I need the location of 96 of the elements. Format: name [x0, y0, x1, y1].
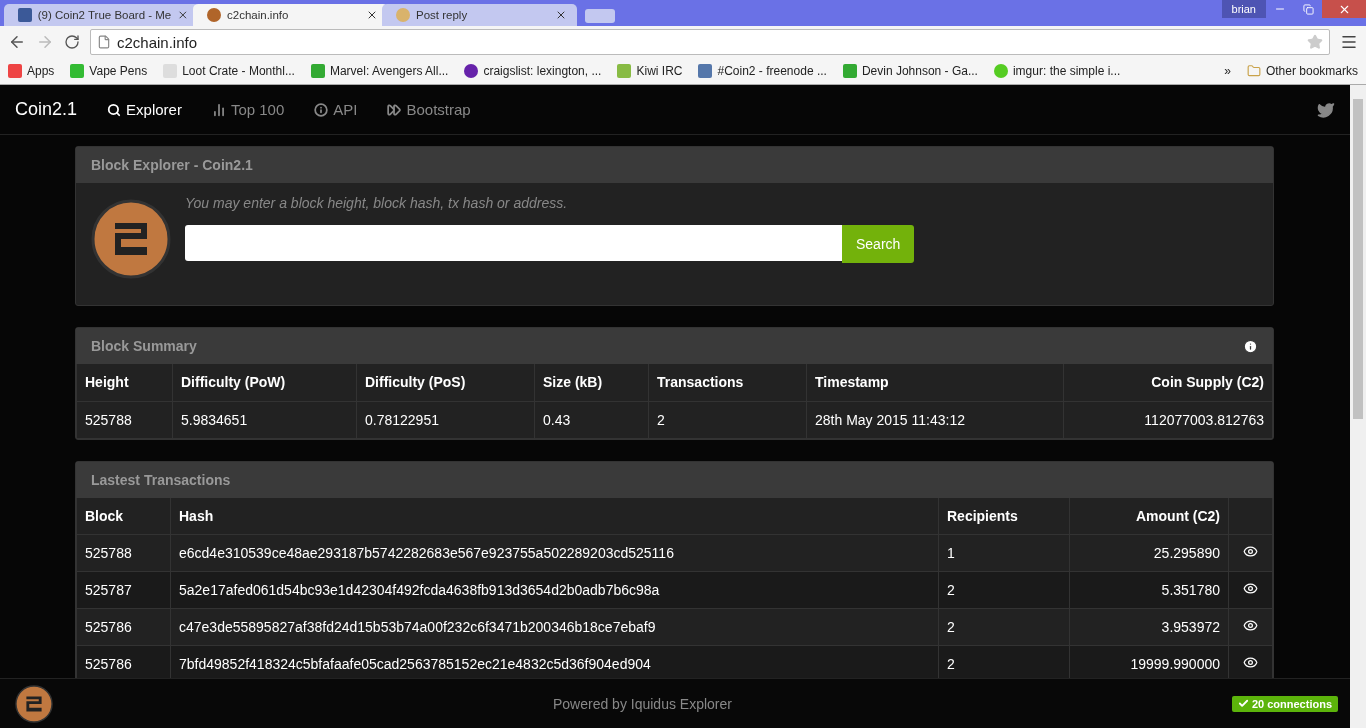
- panel-title: Lastest Transactions: [91, 471, 231, 488]
- column-header: Block: [76, 497, 171, 535]
- table-cell: 28th May 2015 11:43:12: [806, 401, 1064, 438]
- column-header: Amount (C2): [1069, 497, 1229, 535]
- connections-badge: 20 connections: [1231, 695, 1338, 712]
- close-icon[interactable]: [555, 9, 567, 21]
- table-cell: 525786: [76, 645, 171, 678]
- bar-chart-icon: [211, 102, 226, 117]
- bookmark-item[interactable]: #Coin2 - freenode ...: [698, 64, 827, 78]
- eye-icon[interactable]: [1243, 618, 1258, 633]
- search-icon: [107, 102, 122, 117]
- check-icon: [1237, 698, 1249, 709]
- square-icon: [18, 8, 32, 22]
- bookmark-icon: [617, 64, 632, 78]
- close-icon[interactable]: [366, 9, 378, 21]
- table-cell: 2: [938, 645, 1070, 678]
- nav-link[interactable]: Top 100: [211, 101, 285, 118]
- bookmark-item[interactable]: Marvel: Avengers All...: [310, 64, 449, 78]
- table-cell: 525786: [76, 608, 171, 646]
- table-cell: 525788: [76, 401, 173, 438]
- bookmark-icon: [163, 64, 178, 78]
- table-cell: 0.78122951: [356, 401, 535, 438]
- search-field[interactable]: [185, 225, 842, 261]
- table-cell: c47e3de55895827af38fd24d15b53b74a00f232c6f3471b200346b18ce7ebaf9: [170, 608, 939, 646]
- eye-icon[interactable]: [1243, 544, 1258, 559]
- star-icon[interactable]: [1307, 34, 1323, 50]
- bookmark-icon: [842, 64, 857, 78]
- coin-logo: [15, 684, 53, 723]
- close-icon[interactable]: [177, 9, 189, 21]
- bookmark-item[interactable]: Vape Pens: [70, 64, 148, 78]
- bookmark-item[interactable]: craigslist: lexington, ...: [464, 64, 602, 78]
- bookmark-icon: [698, 64, 713, 78]
- panel-title: Block Explorer - Coin2.1: [91, 157, 253, 173]
- info-icon: [314, 102, 329, 117]
- coin-icon: [207, 8, 221, 22]
- bookmark-icon: [993, 64, 1008, 78]
- table-cell: 5.351780: [1069, 571, 1229, 609]
- restore-icon[interactable]: [1302, 3, 1314, 15]
- info-icon[interactable]: [1243, 338, 1258, 354]
- bookmark-item[interactable]: Kiwi IRC: [617, 64, 683, 78]
- panel-title: Block Summary: [91, 338, 197, 354]
- bookmark-item[interactable]: Apps: [8, 64, 55, 78]
- footer-text: Powered by Iquidus Explorer: [551, 695, 733, 712]
- bird-icon[interactable]: [1317, 100, 1335, 119]
- menu-icon[interactable]: [1340, 33, 1358, 51]
- table-cell: 7bfd49852f418324c5bfafaafe05cad2563785152ec21e4832c5d36f904ed904: [170, 645, 939, 678]
- eye-icon[interactable]: [1243, 581, 1258, 596]
- back-icon[interactable]: [8, 33, 26, 51]
- other-bookmarks[interactable]: Other bookmarks: [1246, 64, 1358, 78]
- column-header: Transactions: [648, 364, 807, 401]
- column-header: Difficulty (PoW): [172, 364, 357, 401]
- table-cell: 112077003.812763: [1063, 401, 1273, 438]
- table-cell: 2: [938, 571, 1070, 609]
- table-cell: 1: [938, 534, 1070, 572]
- column-header: Size (kB): [534, 364, 649, 401]
- table-cell: 525788: [76, 534, 171, 572]
- column-header: Difficulty (PoS): [356, 364, 535, 401]
- fast-forward-icon: [387, 102, 402, 117]
- column-header: Coin Supply (C2): [1063, 364, 1273, 401]
- table-cell: 2: [648, 401, 807, 438]
- table-cell: 2: [938, 608, 1070, 646]
- eye-icon[interactable]: [1243, 655, 1258, 670]
- profile-name[interactable]: brian: [1221, 0, 1266, 18]
- bookmark-icon: [8, 64, 22, 78]
- search-hint: You may enter a block height, block hash, tx hash or address.: [185, 195, 569, 211]
- table-cell: 19999.990000: [1069, 645, 1229, 678]
- table-cell: 5a2e17afed061d54bc93e1d42304f492fcda4638fb913d3654d2b0adb7b6c98a: [170, 571, 939, 609]
- bookmark-icon: [310, 64, 325, 78]
- column-header: Recipients: [938, 497, 1070, 535]
- bookmark-icon: [70, 64, 85, 78]
- page-icon: [97, 35, 111, 49]
- bookmark-item[interactable]: Devin Johnson - Ga...: [842, 64, 978, 78]
- column-header: Hash: [170, 497, 939, 535]
- table-cell: 525787: [76, 571, 171, 609]
- table-cell: 5.9834651: [172, 401, 357, 438]
- column-header: Height: [76, 364, 173, 401]
- scrollbar[interactable]: [1350, 85, 1366, 728]
- nav-link[interactable]: Bootstrap: [387, 101, 471, 118]
- reload-icon[interactable]: [64, 34, 80, 50]
- browser-tab[interactable]: Post reply: [382, 4, 577, 26]
- site-brand[interactable]: Coin2.1: [15, 99, 78, 120]
- bookmark-item[interactable]: imgur: the simple i...: [993, 64, 1121, 78]
- coin-icon: [396, 8, 410, 22]
- nav-link[interactable]: Explorer: [107, 101, 182, 118]
- close-button[interactable]: [1322, 0, 1366, 18]
- table-cell: 3.953972: [1069, 608, 1229, 646]
- bookmark-item[interactable]: Loot Crate - Monthl...: [163, 64, 295, 78]
- url-text[interactable]: c2chain.info: [117, 33, 198, 51]
- folder-icon: [1246, 64, 1261, 78]
- table-cell: 25.295890: [1069, 534, 1229, 572]
- more-bookmarks[interactable]: »: [1224, 64, 1231, 78]
- bookmark-icon: [464, 64, 479, 78]
- column-header: Timestamp: [806, 364, 1064, 401]
- nav-link[interactable]: API: [314, 101, 358, 118]
- table-cell: e6cd4e310539ce48ae293187b5742282683e567e923755a502289203cd525116: [170, 534, 939, 572]
- table-cell: 0.43: [534, 401, 649, 438]
